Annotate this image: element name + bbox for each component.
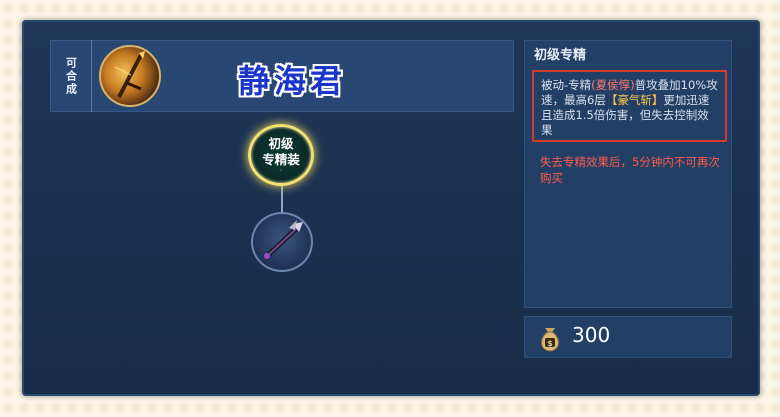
- node-subtext: ·: [280, 168, 282, 174]
- price-value: 300: [572, 323, 611, 347]
- svg-text:$: $: [547, 339, 553, 348]
- info-title: 初级专精: [534, 48, 587, 63]
- craftable-label: 可合成: [64, 56, 78, 96]
- craftable-tag: 可合成: [50, 40, 92, 112]
- description-box: 被动-专精(夏侯惇)普攻叠加10%攻速，最高6层【豪气斩】更加迅速且造成1.5倍…: [532, 70, 727, 142]
- trident-weapon-icon: [263, 220, 303, 260]
- node-label-line1: 初级: [268, 136, 294, 151]
- node-label-line2: 专精装: [262, 152, 300, 167]
- desc-hero: (夏侯惇): [591, 78, 635, 92]
- desc-prefix: 被动-专精: [541, 78, 592, 92]
- warning-text: 失去专精效果后，5分钟内不可再次购买: [540, 155, 720, 185]
- desc-skill: 【豪气斩】: [605, 93, 664, 107]
- item-node-beginner-specialization[interactable]: 初级 专精装 ·: [248, 124, 314, 186]
- money-bag-icon: $: [534, 322, 566, 354]
- hero-name-title: 静海君: [238, 62, 347, 100]
- item-node-component[interactable]: [251, 212, 313, 272]
- hero-weapon-icon[interactable]: [99, 45, 161, 107]
- tree-connector: [281, 182, 283, 212]
